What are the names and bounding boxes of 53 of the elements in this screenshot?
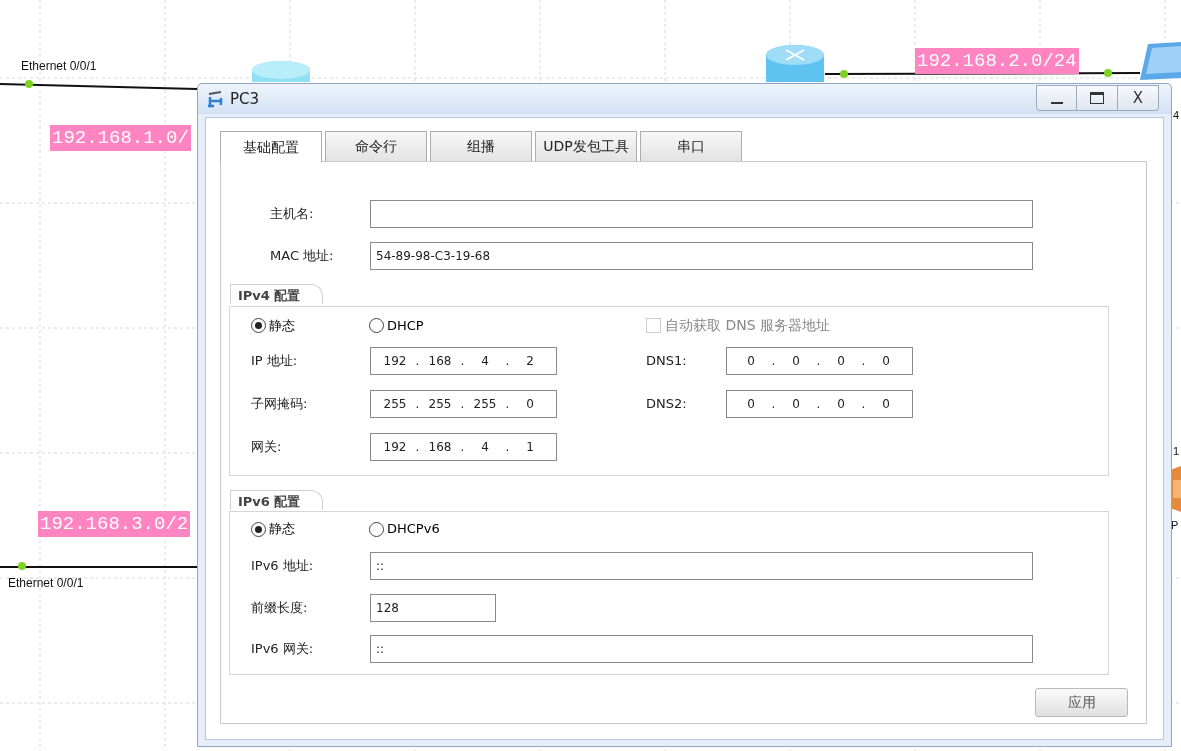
field-label: MAC 地址:: [269, 247, 335, 266]
minimize-icon: [1050, 102, 1063, 104]
ip-address-field[interactable]: 0 . 0 . 0 . 0: [726, 389, 913, 418]
window-title: PC3: [230, 88, 260, 110]
minimize-button[interactable]: [1036, 85, 1077, 111]
tab[interactable]: 命令行: [325, 131, 427, 161]
interface-label: Ethernet 0/0/1: [8, 576, 84, 590]
field-label: 主机名:: [269, 205, 315, 224]
field-label: 网关:: [251, 437, 283, 456]
ip-address-field[interactable]: 192 . 168 . 4 . 2: [370, 346, 557, 375]
tab[interactable]: 组播: [430, 131, 532, 161]
field-label: IPv6 地址:: [251, 557, 315, 576]
router-icon[interactable]: [252, 61, 310, 82]
radio-option[interactable]: DHCP: [369, 315, 646, 336]
input-field[interactable]: [370, 200, 1033, 228]
device-label: 1: [1173, 444, 1180, 458]
router-icon[interactable]: [766, 45, 824, 82]
field-label: IP 地址:: [251, 351, 299, 370]
computer-icon[interactable]: [1140, 42, 1181, 80]
device-label: 4: [1173, 108, 1180, 122]
input-field[interactable]: ::: [370, 552, 1033, 580]
input-field[interactable]: 54-89-98-C3-19-68: [370, 242, 1033, 270]
field-label: DNS2:: [645, 394, 688, 413]
close-button[interactable]: X: [1118, 85, 1159, 111]
port-dot: [18, 562, 26, 570]
tab[interactable]: UDP发包工具: [535, 131, 637, 161]
network-label: 192.168.2.0/24: [915, 48, 1079, 74]
device-label: P: [1171, 518, 1179, 532]
field-label: DNS1:: [645, 351, 688, 370]
field-label: 子网掩码:: [251, 394, 309, 413]
radio-option[interactable]: DHCPv6: [369, 519, 646, 539]
interface-label: Ethernet 0/0/1: [21, 59, 97, 73]
ip-address-field[interactable]: 0 . 0 . 0 . 0: [726, 346, 913, 375]
group-title: IPv4 配置: [230, 284, 324, 304]
radio-option[interactable]: 静态: [251, 519, 369, 539]
network-label: 192.168.1.0/: [50, 125, 191, 151]
network-label: 192.168.3.0/2: [38, 511, 191, 537]
radio-option[interactable]: 静态: [251, 315, 369, 336]
maximize-button[interactable]: [1077, 85, 1118, 111]
input-field[interactable]: 128: [370, 594, 496, 622]
port-dot: [1104, 69, 1112, 77]
port-dot: [840, 70, 848, 78]
group-title: IPv6 配置: [230, 489, 324, 510]
input-field[interactable]: ::: [370, 635, 1033, 663]
field-label: 前缀长度:: [251, 599, 309, 618]
field-label: IPv6 网关:: [251, 640, 315, 659]
apply-button[interactable]: 应用: [1035, 688, 1128, 717]
ip-address-field[interactable]: 255 . 255 . 255 . 0: [370, 389, 557, 418]
port-dot: [25, 80, 33, 88]
maximize-icon: [1089, 91, 1105, 105]
tab[interactable]: 基础配置: [220, 131, 322, 162]
tab[interactable]: 串口: [640, 131, 742, 161]
ip-address-field[interactable]: 192 . 168 . 4 . 1: [370, 432, 557, 461]
